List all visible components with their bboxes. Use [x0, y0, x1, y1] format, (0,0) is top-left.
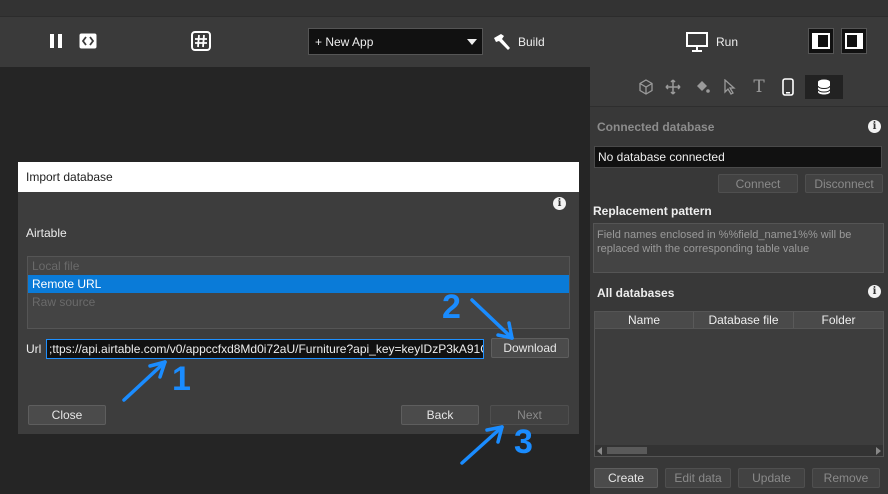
- arrow-3: [460, 425, 504, 465]
- arrow-1: [122, 360, 167, 402]
- annotation-step-1: 1: [172, 360, 191, 398]
- arrow-2: [470, 298, 514, 340]
- annotation-step-2: 2: [442, 288, 461, 326]
- annotation-step-3: 3: [514, 423, 533, 461]
- annotation-arrows: [122, 298, 514, 465]
